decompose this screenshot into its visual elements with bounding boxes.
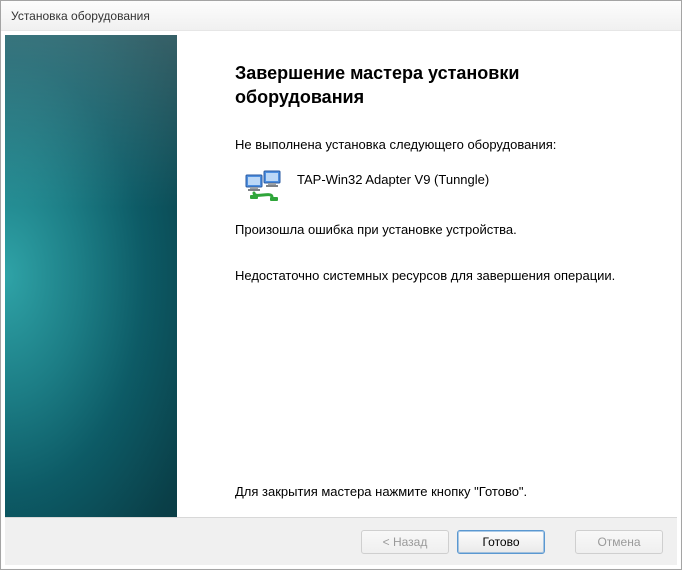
window-title: Установка оборудования <box>11 9 150 23</box>
error-message: Произошла ошибка при установке устройств… <box>235 221 653 239</box>
detail-message: Недостаточно системных ресурсов для заве… <box>235 267 653 285</box>
wizard-body: Завершение мастера установки оборудовани… <box>5 35 677 517</box>
wizard-content: Завершение мастера установки оборудовани… <box>177 35 677 517</box>
wizard-sidebar-graphic <box>5 35 177 517</box>
close-hint: Для закрытия мастера нажмите кнопку "Гот… <box>235 483 653 501</box>
device-name: TAP-Win32 Adapter V9 (Tunngle) <box>297 169 489 189</box>
device-row: TAP-Win32 Adapter V9 (Tunngle) <box>235 169 653 203</box>
wizard-window: Установка оборудования Завершение мастер… <box>0 0 682 570</box>
back-button: < Назад <box>361 530 449 554</box>
wizard-footer: < Назад Готово Отмена <box>5 517 677 565</box>
network-adapter-icon <box>245 169 283 203</box>
not-installed-message: Не выполнена установка следующего оборуд… <box>235 136 653 154</box>
finish-button[interactable]: Готово <box>457 530 545 554</box>
cancel-button: Отмена <box>575 530 663 554</box>
page-title: Завершение мастера установки оборудовани… <box>235 61 653 110</box>
titlebar: Установка оборудования <box>1 1 681 31</box>
